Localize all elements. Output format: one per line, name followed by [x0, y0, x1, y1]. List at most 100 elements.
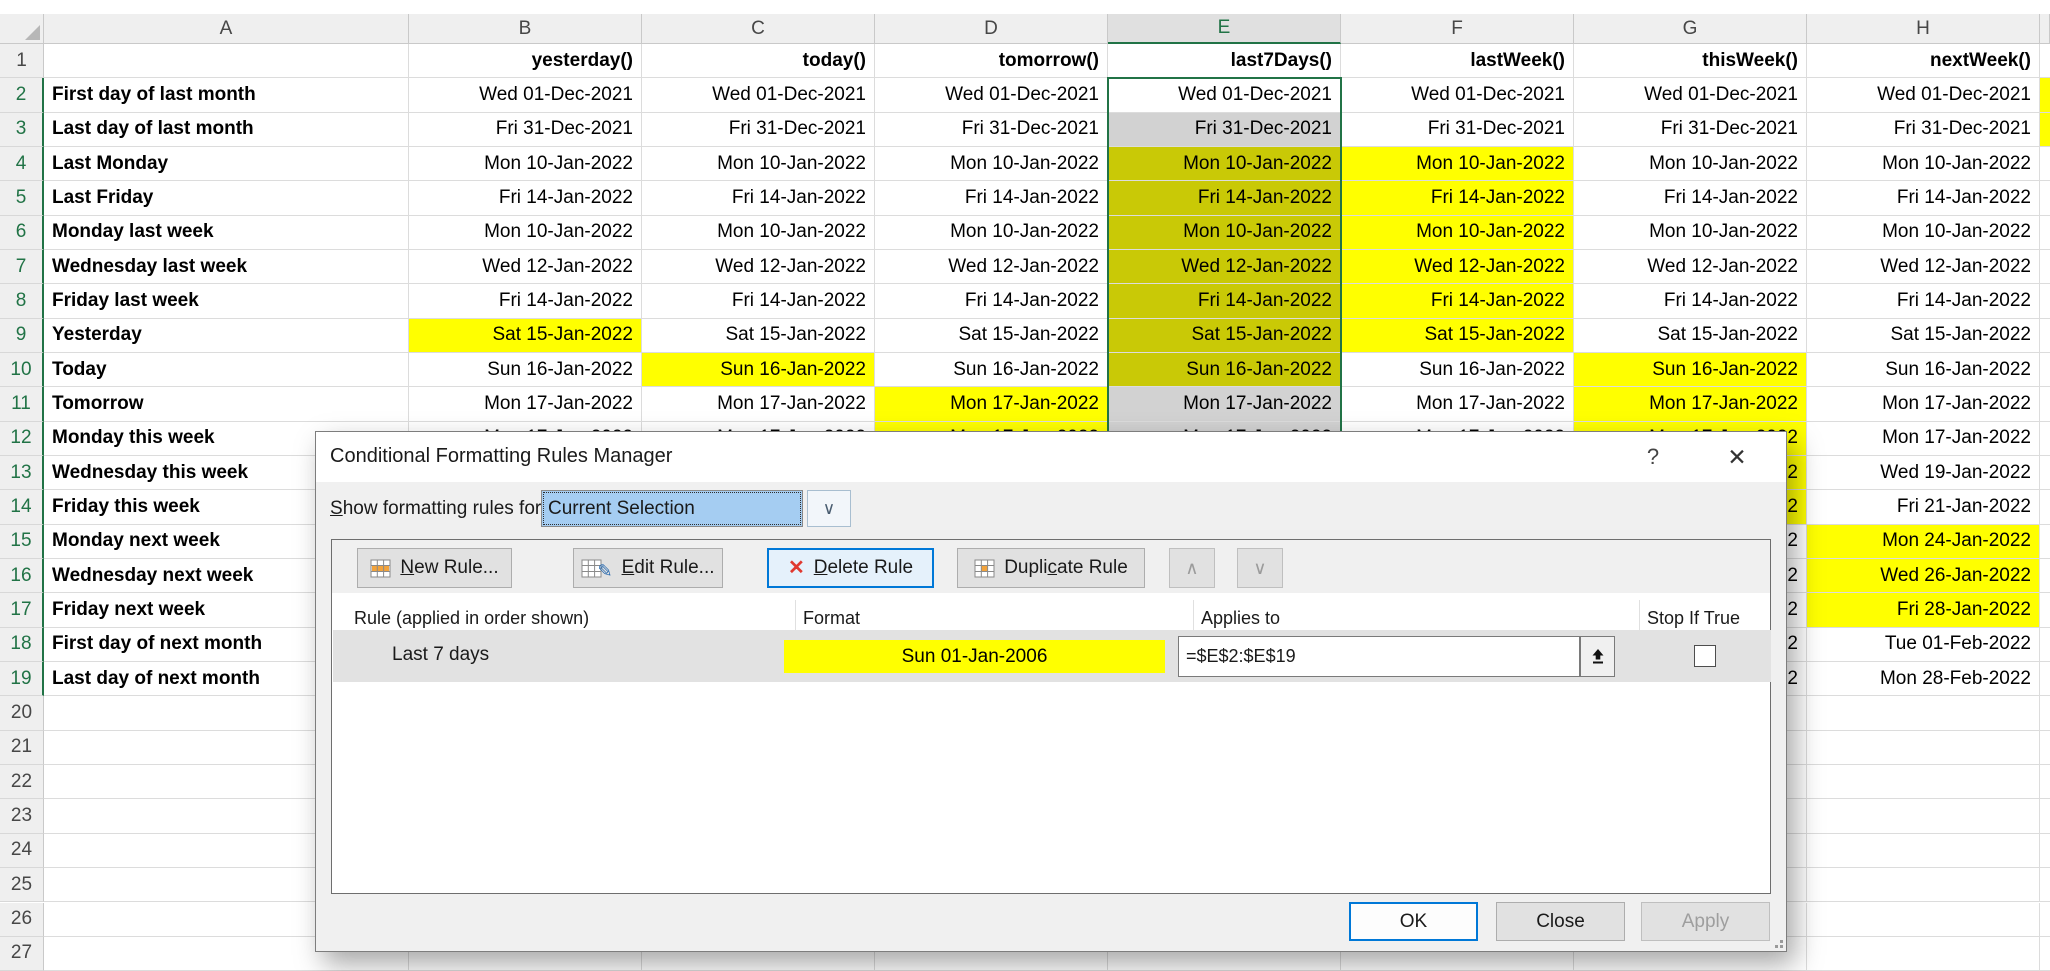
cell-F5[interactable]: Fri 14-Jan-2022: [1341, 181, 1574, 215]
cell-D9[interactable]: Sat 15-Jan-2022: [875, 319, 1108, 353]
cell-E5[interactable]: Fri 14-Jan-2022: [1108, 181, 1341, 215]
close-button[interactable]: Close: [1496, 902, 1625, 941]
cell-F8[interactable]: Fri 14-Jan-2022: [1341, 284, 1574, 318]
cell-E7[interactable]: Wed 12-Jan-2022: [1108, 250, 1341, 284]
cell-B6[interactable]: Mon 10-Jan-2022: [409, 216, 642, 250]
select-all-corner[interactable]: [0, 14, 44, 44]
row-header-2[interactable]: 2: [0, 78, 44, 112]
cell-F10[interactable]: Sun 16-Jan-2022: [1341, 353, 1574, 387]
row-header-20[interactable]: 20: [0, 696, 44, 730]
cell-H23[interactable]: [1807, 799, 2040, 833]
row-header-26[interactable]: 26: [0, 903, 44, 937]
column-header-G[interactable]: G: [1574, 14, 1807, 44]
cell-H8[interactable]: Fri 14-Jan-2022: [1807, 284, 2040, 318]
cell-E9[interactable]: Sat 15-Jan-2022: [1108, 319, 1341, 353]
cell-E2[interactable]: Wed 01-Dec-2021: [1108, 78, 1341, 112]
row-header-25[interactable]: 25: [0, 868, 44, 902]
cell-C7[interactable]: Wed 12-Jan-2022: [642, 250, 875, 284]
column-header-C[interactable]: C: [642, 14, 875, 44]
cell-C6[interactable]: Mon 10-Jan-2022: [642, 216, 875, 250]
row-header-17[interactable]: 17: [0, 593, 44, 627]
cell-G7[interactable]: Wed 12-Jan-2022: [1574, 250, 1807, 284]
cell-C2[interactable]: Wed 01-Dec-2021: [642, 78, 875, 112]
cell-B8[interactable]: Fri 14-Jan-2022: [409, 284, 642, 318]
row-header-14[interactable]: 14: [0, 490, 44, 524]
cell-H19[interactable]: Mon 28-Feb-2022: [1807, 662, 2040, 696]
apply-button[interactable]: Apply: [1641, 902, 1770, 941]
cell-D11[interactable]: Mon 17-Jan-2022: [875, 387, 1108, 421]
cell-H13[interactable]: Wed 19-Jan-2022: [1807, 456, 2040, 490]
cell-G3[interactable]: Fri 31-Dec-2021: [1574, 113, 1807, 147]
row-header-4[interactable]: 4: [0, 147, 44, 181]
cell-H22[interactable]: [1807, 765, 2040, 799]
cell-B5[interactable]: Fri 14-Jan-2022: [409, 181, 642, 215]
row-header-6[interactable]: 6: [0, 216, 44, 250]
row-header-1[interactable]: 1: [0, 44, 44, 78]
cell-H25[interactable]: [1807, 868, 2040, 902]
row-header-13[interactable]: 13: [0, 456, 44, 490]
cell-partial[interactable]: [2040, 78, 2050, 112]
cell-F3[interactable]: Fri 31-Dec-2021: [1341, 113, 1574, 147]
ok-button[interactable]: OK: [1349, 902, 1478, 941]
cell-C1[interactable]: today(): [642, 44, 875, 78]
cell-G5[interactable]: Fri 14-Jan-2022: [1574, 181, 1807, 215]
cell-B11[interactable]: Mon 17-Jan-2022: [409, 387, 642, 421]
cell-partial[interactable]: [2040, 559, 2050, 593]
dialog-titlebar[interactable]: Conditional Formatting Rules Manager ? ✕: [316, 432, 1786, 482]
cell-A8[interactable]: Friday last week: [44, 284, 409, 318]
cell-F9[interactable]: Sat 15-Jan-2022: [1341, 319, 1574, 353]
cell-B10[interactable]: Sun 16-Jan-2022: [409, 353, 642, 387]
cell-D6[interactable]: Mon 10-Jan-2022: [875, 216, 1108, 250]
cell-C8[interactable]: Fri 14-Jan-2022: [642, 284, 875, 318]
cell-partial[interactable]: [2040, 834, 2050, 868]
cell-E3[interactable]: Fri 31-Dec-2021: [1108, 113, 1341, 147]
cell-partial[interactable]: [2040, 628, 2050, 662]
cell-H16[interactable]: Wed 26-Jan-2022: [1807, 559, 2040, 593]
scope-dropdown[interactable]: Current Selection: [541, 490, 803, 527]
row-header-18[interactable]: 18: [0, 628, 44, 662]
cell-partial[interactable]: [2040, 387, 2050, 421]
cell-H18[interactable]: Tue 01-Feb-2022: [1807, 628, 2040, 662]
cell-partial[interactable]: [2040, 593, 2050, 627]
edit-rule-button[interactable]: ✎ Edit Rule...: [573, 548, 723, 588]
cell-F7[interactable]: Wed 12-Jan-2022: [1341, 250, 1574, 284]
cell-H9[interactable]: Sat 15-Jan-2022: [1807, 319, 2040, 353]
row-header-16[interactable]: 16: [0, 559, 44, 593]
resize-grip-icon[interactable]: [1771, 936, 1783, 948]
cell-D7[interactable]: Wed 12-Jan-2022: [875, 250, 1108, 284]
cell-G4[interactable]: Mon 10-Jan-2022: [1574, 147, 1807, 181]
row-header-19[interactable]: 19: [0, 662, 44, 696]
cell-H7[interactable]: Wed 12-Jan-2022: [1807, 250, 2040, 284]
cell-G10[interactable]: Sun 16-Jan-2022: [1574, 353, 1807, 387]
cell-partial[interactable]: [2040, 284, 2050, 318]
range-picker-button[interactable]: [1580, 636, 1615, 677]
cell-E6[interactable]: Mon 10-Jan-2022: [1108, 216, 1341, 250]
cell-partial[interactable]: [2040, 44, 2050, 78]
cell-B3[interactable]: Fri 31-Dec-2021: [409, 113, 642, 147]
row-header-23[interactable]: 23: [0, 799, 44, 833]
cell-D3[interactable]: Fri 31-Dec-2021: [875, 113, 1108, 147]
cell-F11[interactable]: Mon 17-Jan-2022: [1341, 387, 1574, 421]
stop-if-true-checkbox[interactable]: [1694, 645, 1716, 667]
cell-B2[interactable]: Wed 01-Dec-2021: [409, 78, 642, 112]
cell-C10[interactable]: Sun 16-Jan-2022: [642, 353, 875, 387]
cell-B9[interactable]: Sat 15-Jan-2022: [409, 319, 642, 353]
row-header-12[interactable]: 12: [0, 422, 44, 456]
cell-H6[interactable]: Mon 10-Jan-2022: [1807, 216, 2040, 250]
cell-G6[interactable]: Mon 10-Jan-2022: [1574, 216, 1807, 250]
column-header-H[interactable]: H: [1807, 14, 2040, 44]
cell-E8[interactable]: Fri 14-Jan-2022: [1108, 284, 1341, 318]
row-header-21[interactable]: 21: [0, 731, 44, 765]
cell-partial[interactable]: [2040, 903, 2050, 937]
cell-B7[interactable]: Wed 12-Jan-2022: [409, 250, 642, 284]
cell-F1[interactable]: lastWeek(): [1341, 44, 1574, 78]
cell-partial[interactable]: [2040, 765, 2050, 799]
cell-partial[interactable]: [2040, 319, 2050, 353]
cell-partial[interactable]: [2040, 525, 2050, 559]
cell-C11[interactable]: Mon 17-Jan-2022: [642, 387, 875, 421]
cell-D1[interactable]: tomorrow(): [875, 44, 1108, 78]
cell-G11[interactable]: Mon 17-Jan-2022: [1574, 387, 1807, 421]
column-header-B[interactable]: B: [409, 14, 642, 44]
move-up-button[interactable]: ∧: [1169, 548, 1215, 588]
cell-H11[interactable]: Mon 17-Jan-2022: [1807, 387, 2040, 421]
